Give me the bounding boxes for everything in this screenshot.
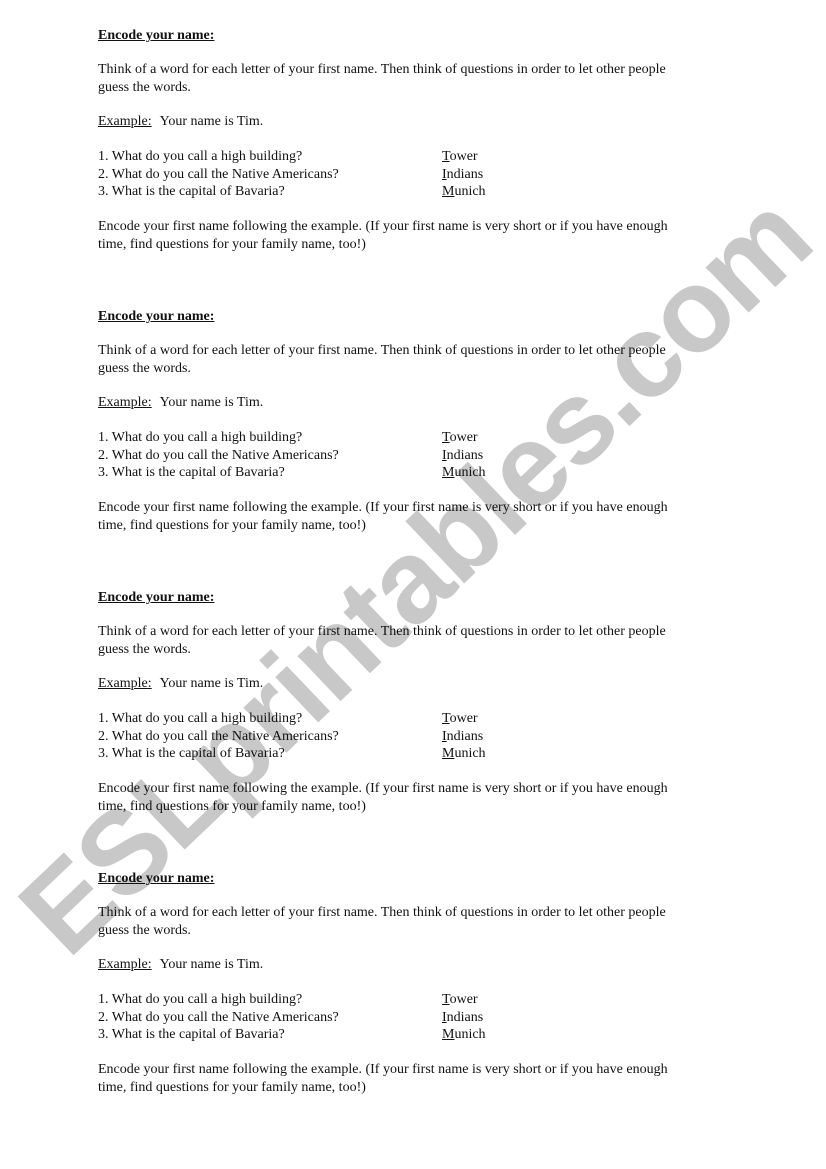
encode-name-section: Encode your name: Think of a word for ea… bbox=[98, 871, 728, 1118]
example-text: Your name is Tim. bbox=[159, 114, 264, 129]
example-line: Example: Your name is Tim. bbox=[98, 394, 263, 412]
answer-3: Munich bbox=[442, 183, 486, 201]
answer-rest: ower bbox=[449, 992, 478, 1007]
answer-3: Munich bbox=[442, 745, 486, 763]
answer-1: Tower bbox=[442, 991, 478, 1009]
answer-rest: ower bbox=[449, 149, 478, 164]
answer-initial: M bbox=[442, 1027, 455, 1042]
example-text: Your name is Tim. bbox=[159, 676, 264, 691]
answer-rest: unich bbox=[454, 746, 486, 761]
instructions-line-1: Think of a word for each letter of your … bbox=[98, 624, 666, 639]
answer-initial: M bbox=[442, 465, 455, 480]
answer-rest: unich bbox=[454, 184, 486, 199]
answer-2: Indians bbox=[442, 728, 483, 746]
question-3: 3. What is the capital of Bavaria? bbox=[98, 1027, 285, 1042]
question-1: 1. What do you call a high building? bbox=[98, 430, 303, 445]
answer-3: Munich bbox=[442, 464, 486, 482]
example-label: Example: bbox=[98, 395, 152, 410]
task-line-1: Encode your first name following the exa… bbox=[98, 781, 668, 796]
answer-initial: T bbox=[442, 430, 450, 445]
question-2: 2. What do you call the Native Americans… bbox=[98, 166, 339, 182]
answer-rest: ndians bbox=[446, 1009, 484, 1025]
encode-name-section: Encode your name: Think of a word for ea… bbox=[98, 28, 728, 275]
answer-rest: ower bbox=[449, 711, 478, 726]
answer-2: Indians bbox=[442, 166, 483, 184]
task-line-2: time, find questions for your family nam… bbox=[98, 798, 366, 814]
task-line-2: time, find questions for your family nam… bbox=[98, 236, 366, 252]
instructions-line-2: guess the words. bbox=[98, 922, 191, 938]
answer-initial: M bbox=[442, 184, 455, 199]
instructions-line-1: Think of a word for each letter of your … bbox=[98, 343, 666, 358]
example-text: Your name is Tim. bbox=[159, 395, 264, 410]
question-2: 2. What do you call the Native Americans… bbox=[98, 1009, 339, 1025]
answer-initial: T bbox=[442, 711, 450, 726]
question-1: 1. What do you call a high building? bbox=[98, 992, 303, 1007]
instructions-line-1: Think of a word for each letter of your … bbox=[98, 905, 666, 920]
task-line-1: Encode your first name following the exa… bbox=[98, 500, 668, 515]
example-line: Example: Your name is Tim. bbox=[98, 675, 263, 693]
instructions-line-2: guess the words. bbox=[98, 79, 191, 95]
answer-3: Munich bbox=[442, 1026, 486, 1044]
question-1: 1. What do you call a high building? bbox=[98, 711, 303, 726]
answer-rest: ower bbox=[449, 430, 478, 445]
encode-name-section: Encode your name: Think of a word for ea… bbox=[98, 309, 728, 556]
encode-name-section: Encode your name: Think of a word for ea… bbox=[98, 590, 728, 837]
instructions-line-2: guess the words. bbox=[98, 641, 191, 657]
answer-rest: ndians bbox=[446, 166, 484, 182]
answer-rest: unich bbox=[454, 465, 486, 480]
answer-initial: T bbox=[442, 992, 450, 1007]
example-label: Example: bbox=[98, 676, 152, 691]
answer-rest: ndians bbox=[446, 728, 484, 744]
section-heading: Encode your name: bbox=[98, 871, 215, 886]
question-3: 3. What is the capital of Bavaria? bbox=[98, 184, 285, 199]
example-text: Your name is Tim. bbox=[159, 957, 264, 972]
example-line: Example: Your name is Tim. bbox=[98, 113, 263, 131]
task-line-2: time, find questions for your family nam… bbox=[98, 1079, 366, 1095]
question-2: 2. What do you call the Native Americans… bbox=[98, 447, 339, 463]
question-1: 1. What do you call a high building? bbox=[98, 149, 303, 164]
example-label: Example: bbox=[98, 957, 152, 972]
question-3: 3. What is the capital of Bavaria? bbox=[98, 465, 285, 480]
answer-rest: ndians bbox=[446, 447, 484, 463]
answer-2: Indians bbox=[442, 447, 483, 465]
question-3: 3. What is the capital of Bavaria? bbox=[98, 746, 285, 761]
section-heading: Encode your name: bbox=[98, 590, 215, 605]
answer-1: Tower bbox=[442, 429, 478, 447]
answer-initial: M bbox=[442, 746, 455, 761]
section-heading: Encode your name: bbox=[98, 309, 215, 324]
answer-1: Tower bbox=[442, 710, 478, 728]
answer-rest: unich bbox=[454, 1027, 486, 1042]
answer-2: Indians bbox=[442, 1009, 483, 1027]
question-2: 2. What do you call the Native Americans… bbox=[98, 728, 339, 744]
task-line-1: Encode your first name following the exa… bbox=[98, 1062, 668, 1077]
answer-initial: T bbox=[442, 149, 450, 164]
example-label: Example: bbox=[98, 114, 152, 129]
task-line-1: Encode your first name following the exa… bbox=[98, 219, 668, 234]
section-heading: Encode your name: bbox=[98, 28, 215, 43]
example-line: Example: Your name is Tim. bbox=[98, 956, 263, 974]
instructions-line-1: Think of a word for each letter of your … bbox=[98, 62, 666, 77]
task-line-2: time, find questions for your family nam… bbox=[98, 517, 366, 533]
watermark: ESLprintables.com bbox=[0, 170, 826, 980]
instructions-line-2: guess the words. bbox=[98, 360, 191, 376]
answer-1: Tower bbox=[442, 148, 478, 166]
